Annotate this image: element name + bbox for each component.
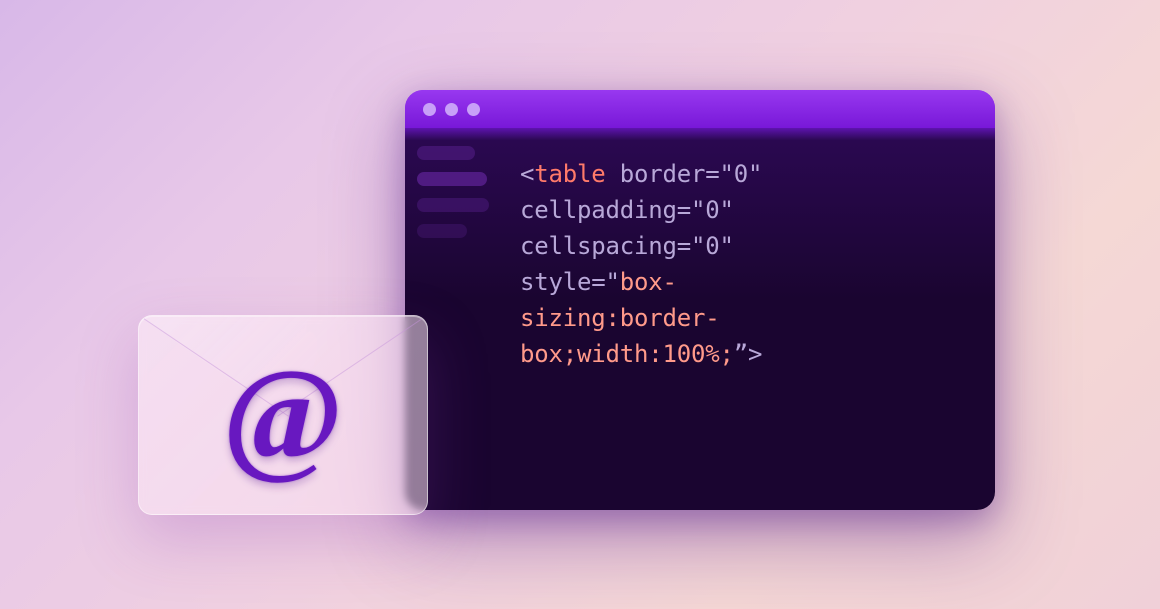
traffic-light-icon — [467, 103, 480, 116]
traffic-light-icon — [423, 103, 436, 116]
sidebar-placeholder-line — [417, 224, 467, 238]
traffic-light-icon — [445, 103, 458, 116]
code-editor-window: <table border="0" cellpadding="0" cellsp… — [405, 90, 995, 510]
window-titlebar — [405, 90, 995, 128]
window-body: <table border="0" cellpadding="0" cellsp… — [405, 128, 995, 510]
code-line: style="box- — [520, 264, 975, 300]
code-line: cellpadding="0" — [520, 192, 975, 228]
sidebar-placeholder-line — [417, 172, 487, 186]
sidebar-placeholder-line — [417, 198, 489, 212]
at-symbol-icon: @ — [223, 350, 344, 480]
code-line: cellspacing="0" — [520, 228, 975, 264]
sidebar-placeholder-line — [417, 146, 475, 160]
code-line: box;width:100%;”> — [520, 336, 975, 372]
code-line: sizing:border- — [520, 300, 975, 336]
code-line: <table border="0" — [520, 156, 975, 192]
code-content: <table border="0" cellpadding="0" cellsp… — [490, 128, 995, 510]
email-envelope-icon: @ — [138, 315, 428, 515]
